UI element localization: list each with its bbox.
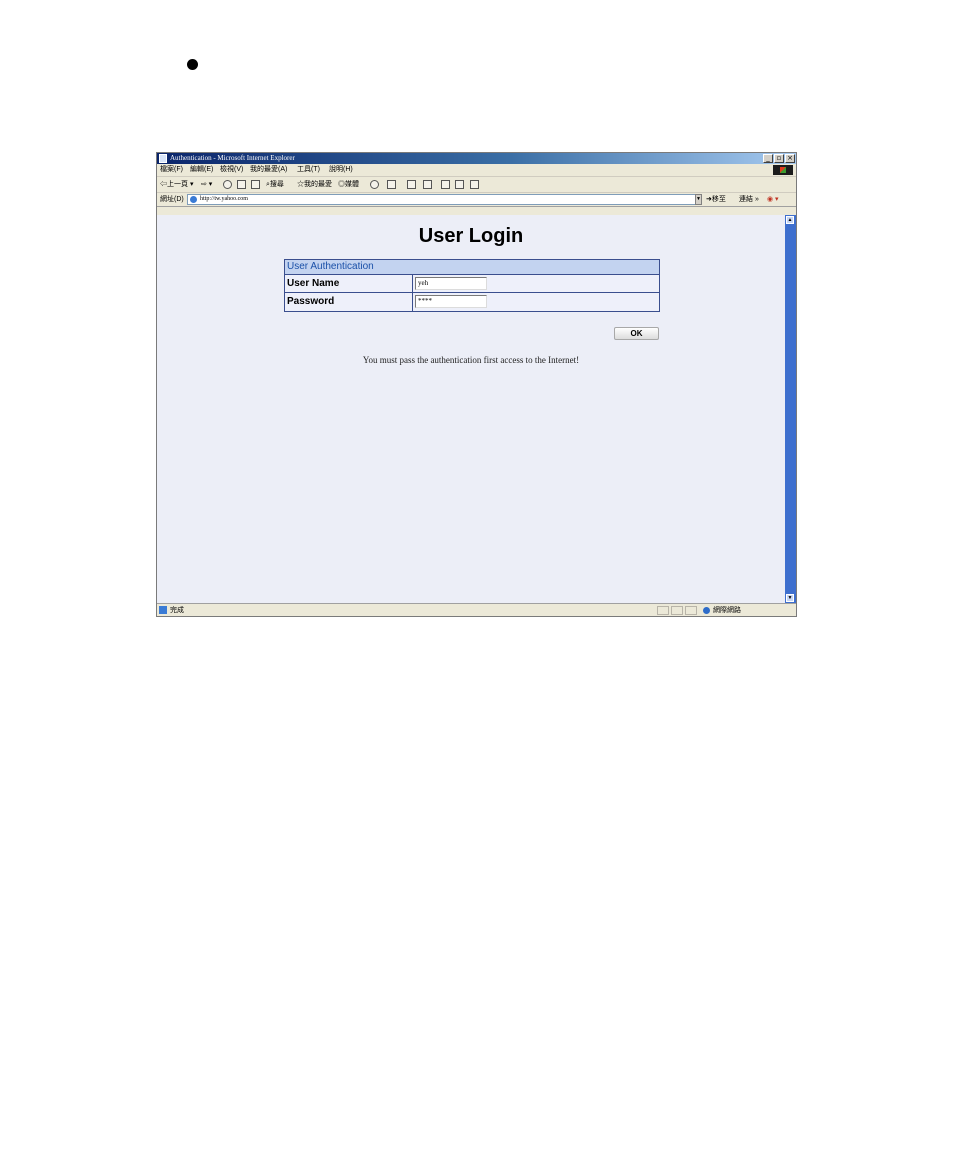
close-button[interactable]: × [785, 154, 795, 163]
auth-header-label: User Authentication [287, 261, 374, 272]
menu-help[interactable]: 說明(H) [329, 164, 353, 176]
windows-logo-icon [773, 165, 793, 175]
favorites-button[interactable]: ☆我的最愛 [297, 179, 332, 190]
scroll-down-icon[interactable]: ▼ [786, 594, 794, 602]
window-title: Authentication - Microsoft Internet Expl… [170, 154, 295, 162]
column-divider [412, 275, 413, 292]
password-label: Password [287, 296, 335, 307]
password-row: Password **** [285, 293, 659, 311]
address-label: 網址(D) [160, 196, 184, 203]
stop-icon[interactable] [223, 180, 232, 189]
status-page-icon [159, 606, 167, 614]
bullet-point [187, 59, 198, 70]
scroll-up-icon[interactable]: ▲ [786, 216, 794, 224]
print-icon[interactable] [407, 180, 416, 189]
status-cell [657, 606, 669, 615]
vertical-scrollbar[interactable]: ▲ ▼ [785, 215, 796, 603]
home-icon[interactable] [251, 180, 260, 189]
menu-bar: 檔案(F) 編輯(E) 檢視(V) 我的最愛(A) 工具(T) 說明(H) [157, 164, 796, 177]
back-label: 上一頁 [167, 181, 188, 188]
security-zone: 網際網路 [703, 604, 741, 616]
password-input[interactable]: **** [415, 295, 487, 308]
page-title: User Login [418, 225, 524, 247]
go-button[interactable]: ➜移至 [706, 194, 726, 205]
auth-notice: You must pass the authentication first a… [362, 355, 580, 365]
minimize-button[interactable]: _ [763, 154, 773, 163]
internet-zone-icon [703, 606, 710, 614]
address-dropdown-icon[interactable]: ▼ [695, 194, 702, 205]
ie-page-icon [159, 154, 167, 163]
status-cell [685, 606, 697, 615]
column-divider [412, 293, 413, 311]
menu-tools[interactable]: 工具(T) [297, 164, 320, 176]
username-row: User Name yeh [285, 275, 659, 293]
status-bar: 完成 網際網路 [157, 603, 796, 616]
title-bar: Authentication - Microsoft Internet Expl… [157, 153, 796, 164]
forward-button[interactable]: ⇨ ▾ [201, 179, 212, 190]
links-button[interactable]: 連結 » [739, 194, 759, 205]
auth-header: User Authentication [285, 260, 659, 275]
status-cell [671, 606, 683, 615]
ok-button[interactable]: OK [614, 327, 659, 340]
zone-label: 網際網路 [713, 607, 741, 614]
search-button[interactable]: ⌕搜尋 [266, 179, 284, 190]
edit-icon[interactable] [423, 180, 432, 189]
browser-window: Authentication - Microsoft Internet Expl… [156, 152, 797, 617]
menu-favorites[interactable]: 我的最愛(A) [250, 164, 287, 176]
messenger-icon[interactable] [455, 180, 464, 189]
back-button[interactable]: ⇦上一頁 ▾ [160, 179, 193, 190]
auth-form: User Authentication User Name yeh Passwo… [284, 259, 660, 312]
media-label: 媒體 [345, 181, 359, 188]
window-controls: _ ▫ × [763, 154, 795, 163]
refresh-icon[interactable] [237, 180, 246, 189]
maximize-button[interactable]: ▫ [774, 154, 784, 163]
research-icon[interactable] [470, 180, 479, 189]
history-icon[interactable] [370, 180, 379, 189]
mail-icon[interactable] [387, 180, 396, 189]
menu-view[interactable]: 檢視(V) [220, 164, 243, 176]
page-globe-icon [190, 196, 197, 203]
toolbar: ⇦上一頁 ▾ ⇨ ▾ ⌕搜尋 ☆我的最愛 ◎媒體 [157, 177, 796, 193]
address-bar: 網址(D) http://tw.yahoo.com ▼ ➜移至 連結 » ◉ ▾ [157, 193, 796, 207]
address-url: http://tw.yahoo.com [200, 196, 248, 202]
menu-file[interactable]: 檔案(F) [160, 164, 183, 176]
go-label: 移至 [711, 196, 726, 203]
status-text: 完成 [170, 607, 184, 614]
media-button[interactable]: ◎媒體 [338, 179, 359, 190]
discuss-icon[interactable] [441, 180, 450, 189]
favorites-label: 我的最愛 [304, 181, 332, 188]
username-input[interactable]: yeh [415, 277, 487, 290]
addon-icon[interactable]: ◉ ▾ [767, 194, 779, 205]
search-label: 搜尋 [269, 181, 284, 188]
address-input[interactable]: http://tw.yahoo.com [187, 194, 700, 205]
menu-edit[interactable]: 編輯(E) [190, 164, 213, 176]
page-content: User Login User Authentication User Name… [157, 215, 785, 603]
username-label: User Name [287, 278, 340, 289]
